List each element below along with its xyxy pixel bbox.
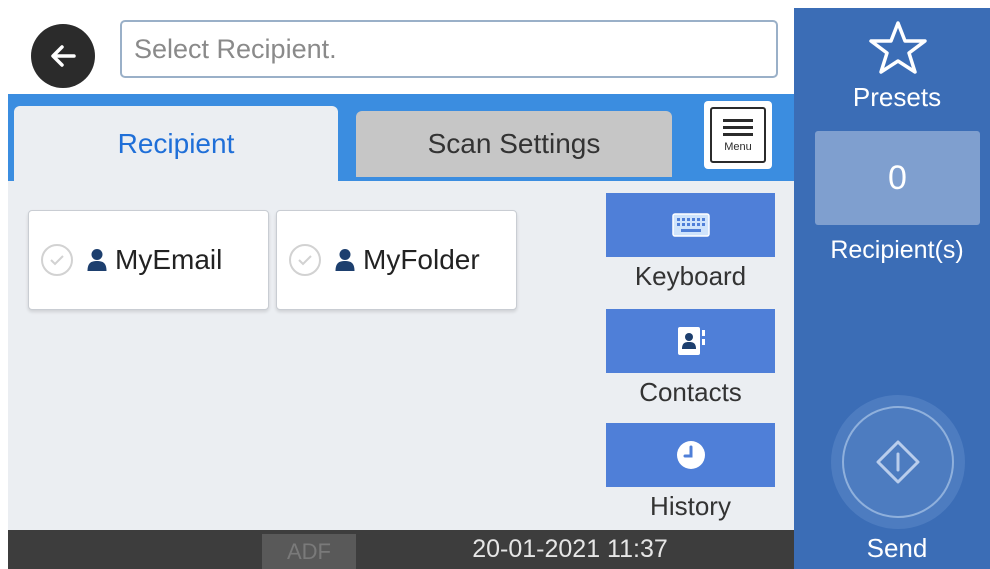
recipient-count: 0 bbox=[815, 131, 980, 225]
recipient-count-label: Recipient(s) bbox=[830, 236, 964, 264]
contacts-button[interactable] bbox=[606, 309, 775, 373]
check-circle-icon[interactable] bbox=[289, 244, 321, 276]
arrow-left-icon bbox=[51, 45, 76, 67]
tab-recipient[interactable]: Recipient bbox=[14, 106, 338, 181]
recipient-card-myfolder[interactable]: MyFolder bbox=[276, 210, 517, 310]
tab-scan-settings-label: Scan Settings bbox=[427, 128, 601, 159]
scan-to-email-screen: Recipient Scan Settings Menu MyEmail bbox=[0, 0, 990, 569]
contacts-label: Contacts bbox=[639, 377, 742, 407]
contacts-icon bbox=[677, 327, 705, 355]
date-time: 20-01-2021 11:37 bbox=[472, 535, 668, 563]
keyboard-label: Keyboard bbox=[634, 261, 747, 291]
send-button[interactable] bbox=[831, 395, 965, 529]
recipient-label: MyEmail bbox=[115, 244, 223, 275]
send-label: Send bbox=[866, 533, 928, 563]
recipient-input[interactable] bbox=[122, 22, 776, 76]
clock-icon bbox=[676, 441, 705, 469]
menu-button[interactable]: Menu bbox=[704, 101, 772, 169]
send-ring bbox=[842, 406, 954, 518]
check-circle-icon[interactable] bbox=[41, 244, 73, 276]
recipient-label: MyFolder bbox=[363, 244, 480, 275]
recipient-card-myemail[interactable]: MyEmail bbox=[28, 210, 269, 310]
person-icon bbox=[335, 248, 355, 272]
back-button[interactable] bbox=[31, 24, 95, 88]
star-icon bbox=[869, 21, 927, 74]
history-button[interactable] bbox=[606, 423, 775, 487]
tab-scan-settings[interactable]: Scan Settings bbox=[356, 111, 672, 177]
history-label: History bbox=[650, 491, 731, 521]
tab-recipient-label: Recipient bbox=[117, 127, 235, 159]
adf-indicator: ADF bbox=[262, 534, 356, 569]
keyboard-button[interactable] bbox=[606, 193, 775, 257]
start-diamond-icon bbox=[876, 440, 920, 484]
presets-label: Presets bbox=[852, 82, 942, 112]
keyboard-icon bbox=[671, 213, 710, 237]
menu-icon: Menu bbox=[710, 107, 766, 163]
recipient-input-box bbox=[120, 20, 778, 78]
person-icon bbox=[87, 248, 107, 272]
menu-label: Menu bbox=[724, 141, 752, 153]
